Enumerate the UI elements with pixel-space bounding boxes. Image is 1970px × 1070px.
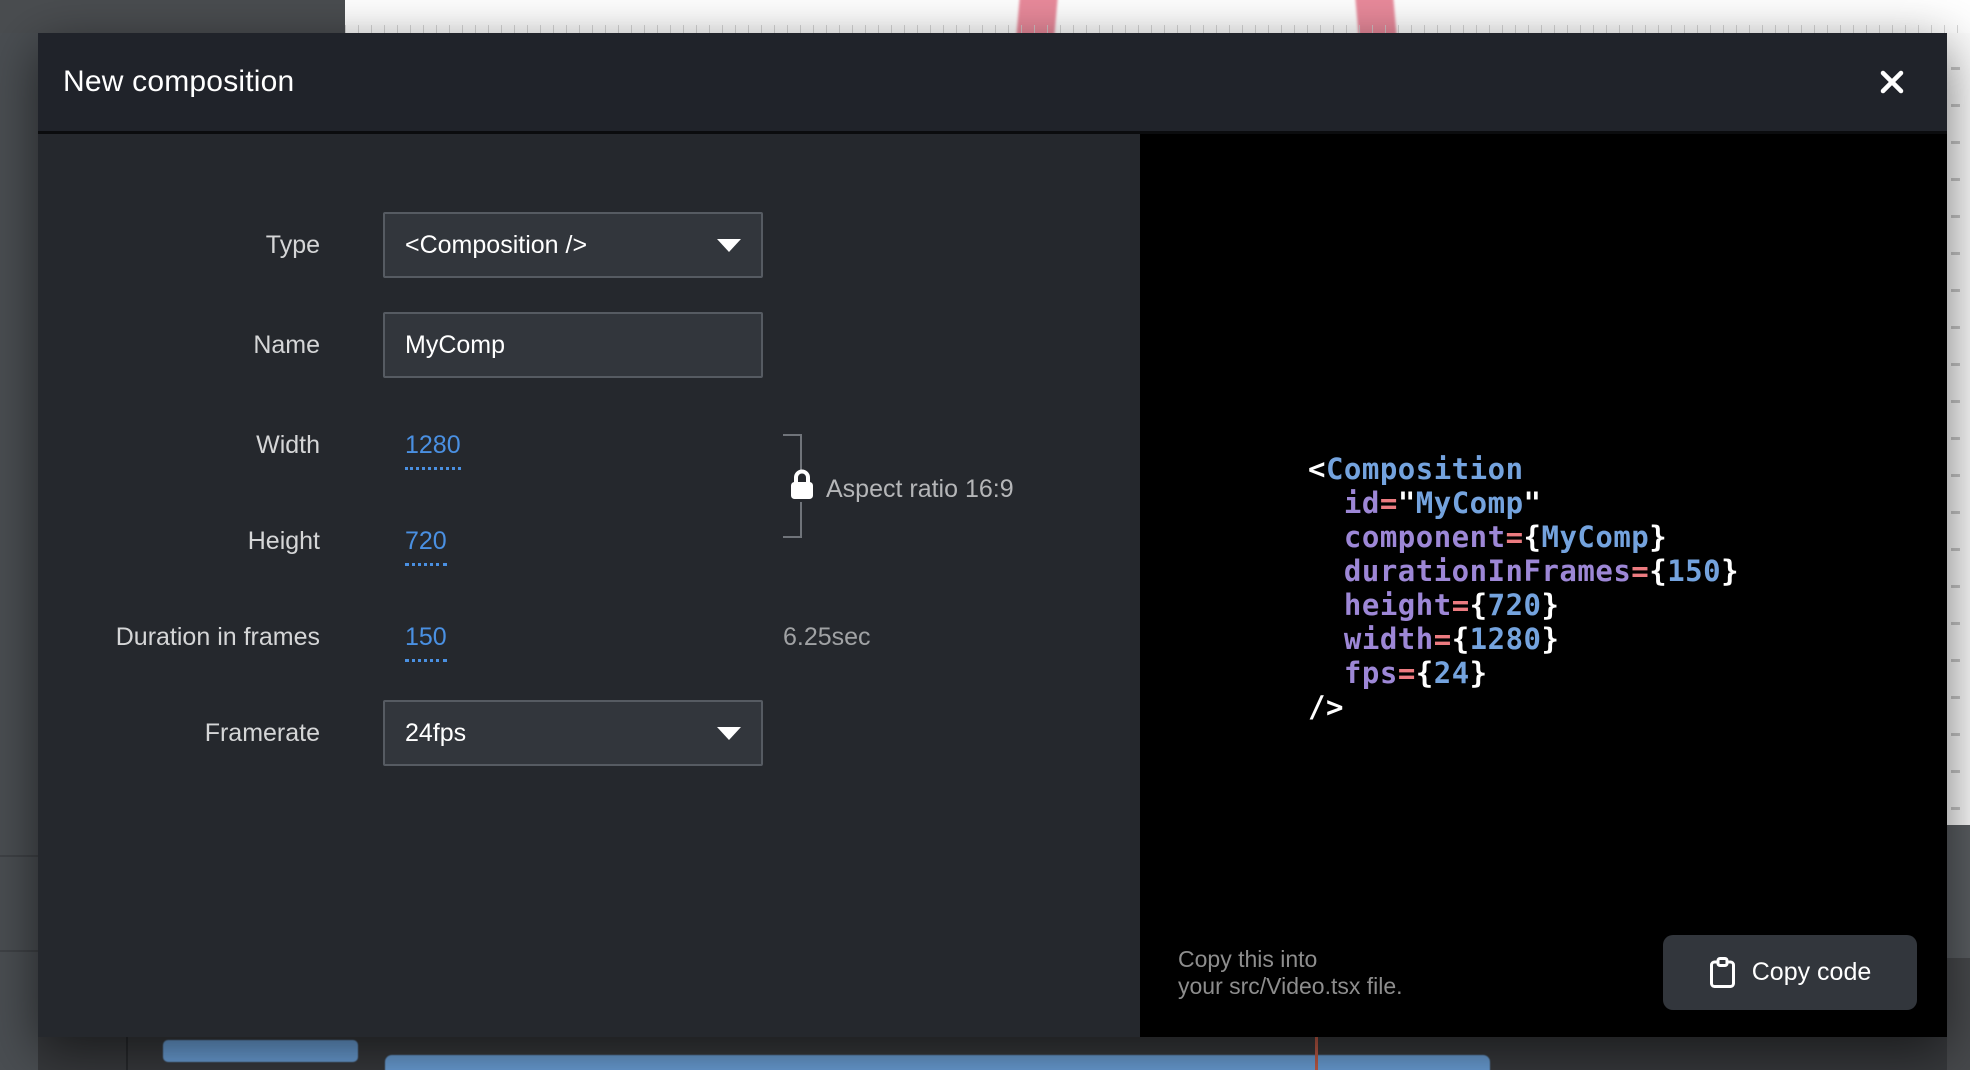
new-composition-dialog: New composition Type Name Width Height D…	[38, 33, 1947, 1037]
copy-hint: Copy this into your src/Video.tsx file.	[1178, 946, 1403, 1000]
timeline-playhead	[1315, 1037, 1318, 1070]
timeline-divider	[126, 1037, 128, 1070]
duration-value-link[interactable]: 150	[405, 622, 447, 662]
duration-seconds-readout: 6.25sec	[783, 622, 871, 652]
timeline-clip-large	[385, 1055, 1490, 1070]
height-value-link[interactable]: 720	[405, 526, 447, 566]
copy-code-label: Copy code	[1752, 958, 1872, 987]
type-select-value: <Composition />	[405, 231, 587, 260]
background-timeline	[38, 1037, 1947, 1070]
code-preview-panel: <Composition id="MyComp" component={MyCo…	[1140, 134, 1947, 1037]
remotion-editor-screen: New composition Type Name Width Height D…	[0, 0, 1970, 1070]
dialog-titlebar: New composition	[38, 33, 1947, 131]
height-label: Height	[38, 526, 320, 556]
background-right-panel-lower	[1947, 958, 1970, 1070]
chevron-down-icon	[717, 727, 741, 740]
copy-code-button[interactable]: Copy code	[1663, 935, 1917, 1010]
copy-hint-line1: Copy this into	[1178, 946, 1403, 973]
framerate-select-value: 24fps	[405, 719, 466, 748]
name-input[interactable]	[383, 312, 763, 378]
canvas-ruler-ticks	[345, 25, 1970, 33]
background-left-strip	[0, 33, 38, 1070]
name-label: Name	[38, 330, 320, 360]
background-right-ruler	[1947, 33, 1970, 825]
width-value-link[interactable]: 1280	[405, 430, 461, 470]
close-button[interactable]	[1870, 60, 1914, 104]
type-label: Type	[38, 230, 320, 260]
framerate-label: Framerate	[38, 718, 320, 748]
background-divider	[0, 855, 38, 857]
aspect-ratio-label: Aspect ratio 16:9	[826, 474, 1014, 504]
aspect-bracket	[800, 502, 802, 538]
background-right-panel	[1947, 825, 1970, 958]
code-block: <Composition id="MyComp" component={MyCo…	[1308, 452, 1739, 724]
duration-label: Duration in frames	[38, 622, 320, 652]
copy-hint-line2: your src/Video.tsx file.	[1178, 973, 1403, 1000]
background-canvas-strip	[345, 0, 1970, 33]
framerate-select[interactable]: 24fps	[383, 700, 763, 766]
dialog-title: New composition	[63, 33, 294, 131]
chevron-down-icon	[717, 239, 741, 252]
width-label: Width	[38, 430, 320, 460]
close-icon	[1877, 67, 1907, 97]
clipboard-icon	[1709, 957, 1736, 989]
background-divider	[0, 950, 38, 952]
composition-form-panel: Type Name Width Height Duration in frame…	[38, 134, 1140, 1037]
aspect-bracket	[783, 536, 802, 538]
lock-icon	[788, 468, 816, 502]
timeline-clip-small	[163, 1040, 358, 1062]
type-select[interactable]: <Composition />	[383, 212, 763, 278]
aspect-bracket	[800, 434, 802, 472]
background-left-panel-top	[0, 0, 345, 33]
